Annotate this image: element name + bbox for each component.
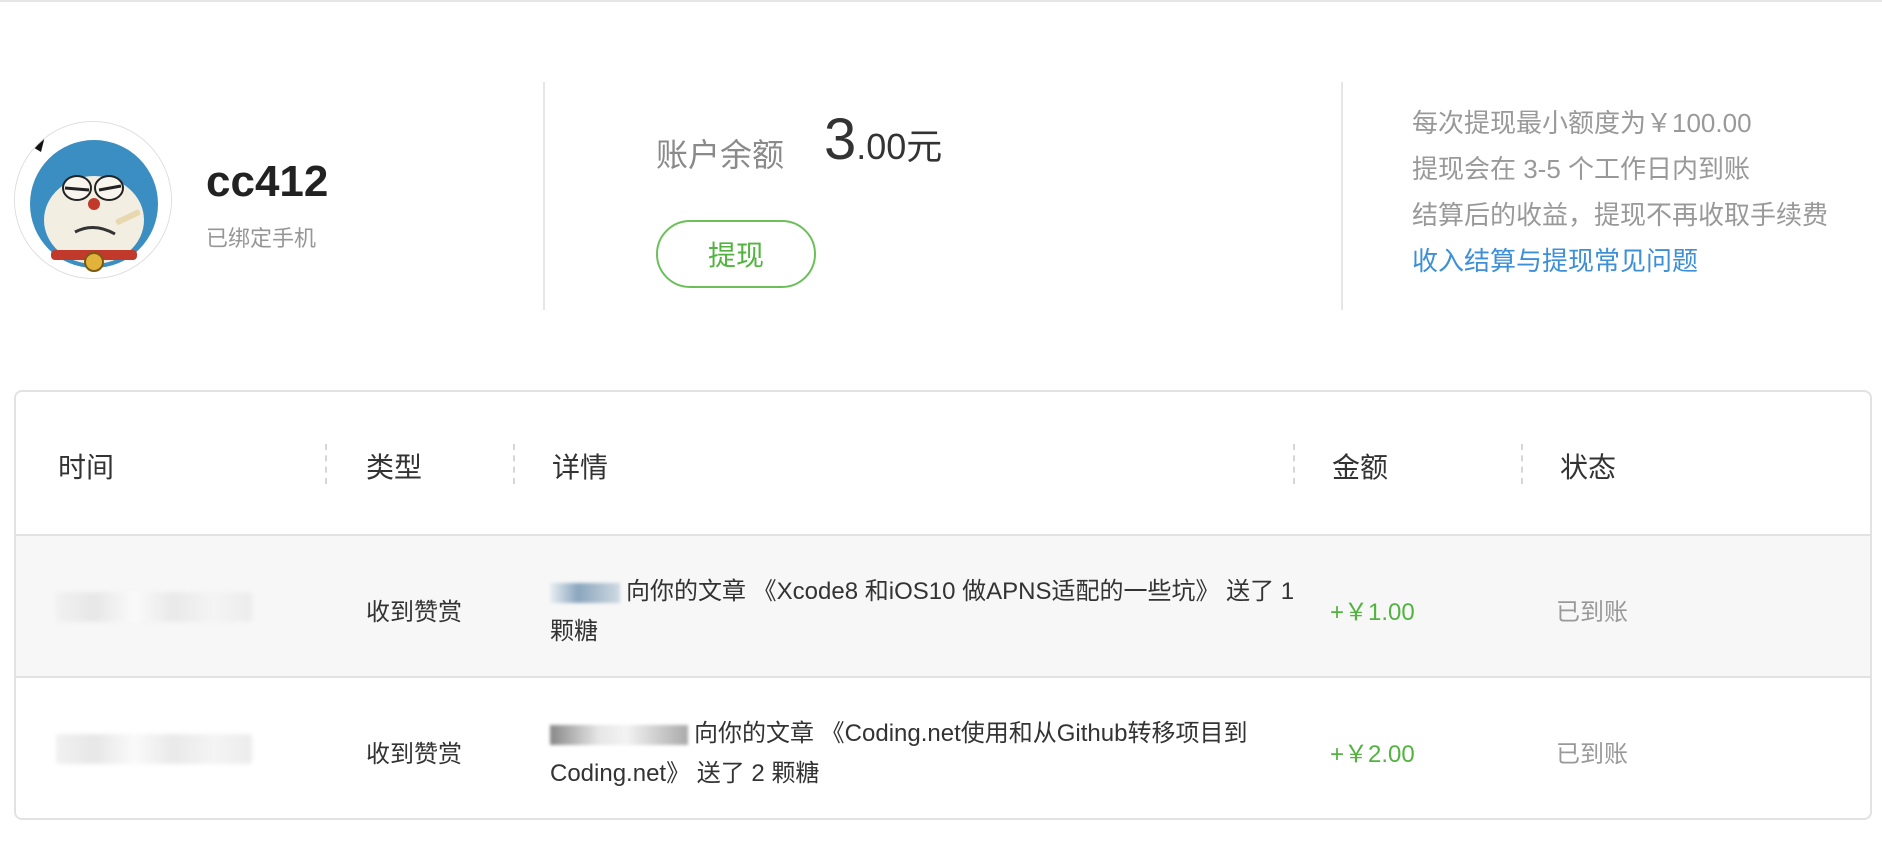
row-status: 已到账	[1556, 741, 1628, 768]
row-time	[56, 734, 266, 766]
balance-label: 账户余额	[656, 137, 785, 173]
note-arrival-time: 提现会在 3-5 个工作日内到账	[1412, 154, 1751, 184]
profile-section: cc412 已绑定手机	[14, 121, 534, 281]
row-amount: +￥2.00	[1330, 741, 1415, 768]
username: cc412	[206, 157, 329, 206]
redacted-time	[56, 734, 252, 764]
row-detail-line2: 颗糖	[550, 618, 598, 645]
top-divider	[0, 0, 1882, 2]
withdraw-button[interactable]: 提现	[656, 220, 816, 288]
table-header: 时间 类型 详情 金额 状态	[16, 392, 1870, 536]
header-detail: 详情	[552, 452, 609, 483]
balance-amount: 3.00元	[824, 106, 942, 173]
transactions-table: 时间 类型 详情 金额 状态 收到赞赏 向你的文章 《Xcode8 和iOS10…	[14, 390, 1872, 820]
redacted-sender	[550, 582, 620, 603]
phone-bound-status: 已绑定手机	[206, 226, 317, 251]
row-type: 收到赞赏	[366, 741, 462, 768]
note-no-fee: 结算后的收益，提现不再收取手续费	[1412, 200, 1829, 230]
balance-amount-integer: 3	[824, 107, 857, 172]
row-status: 已到账	[1556, 599, 1628, 626]
section-divider	[543, 82, 545, 310]
row-detail-line2: Coding.net》 送了 2 颗糖	[550, 760, 820, 787]
header-amount: 金额	[1332, 452, 1389, 483]
balance-section: 账户余额 3.00元 提现	[656, 100, 1256, 300]
page: cc412 已绑定手机 账户余额 3.00元 提现 每次提现最小额度为￥100.…	[0, 0, 1882, 856]
row-detail: 向你的文章 《Xcode8 和iOS10 做APNS适配的一些坑》 送了 1 颗…	[550, 572, 1310, 652]
header-separator	[1521, 444, 1523, 484]
balance-amount-decimal: .00元	[856, 126, 943, 167]
table-row[interactable]: 收到赞赏 向你的文章 《Coding.net使用和从Github转移项目到 Co…	[16, 678, 1870, 818]
row-time	[56, 592, 266, 624]
header-status: 状态	[1560, 452, 1617, 483]
row-detail: 向你的文章 《Coding.net使用和从Github转移项目到 Coding.…	[550, 714, 1310, 794]
header-separator	[1293, 444, 1295, 484]
section-divider	[1341, 82, 1343, 310]
header-time: 时间	[58, 452, 115, 483]
row-amount: +￥1.00	[1330, 599, 1415, 626]
row-detail-line1[interactable]: 向你的文章 《Coding.net使用和从Github转移项目到	[694, 720, 1247, 747]
doraemon-avatar-icon[interactable]	[14, 121, 172, 279]
withdraw-notes: 每次提现最小额度为￥100.00 提现会在 3-5 个工作日内到账 结算后的收益…	[1412, 100, 1872, 284]
note-min-amount: 每次提现最小额度为￥100.00	[1412, 108, 1752, 138]
header-type: 类型	[366, 452, 423, 483]
row-detail-line1[interactable]: 向你的文章 《Xcode8 和iOS10 做APNS适配的一些坑》 送了 1	[626, 578, 1294, 605]
header-separator	[513, 444, 515, 484]
redacted-time	[56, 592, 252, 622]
faq-link[interactable]: 收入结算与提现常见问题	[1412, 238, 1872, 284]
table-row[interactable]: 收到赞赏 向你的文章 《Xcode8 和iOS10 做APNS适配的一些坑》 送…	[16, 536, 1870, 678]
redacted-sender	[550, 724, 688, 745]
row-type: 收到赞赏	[366, 599, 462, 626]
header-separator	[325, 444, 327, 484]
